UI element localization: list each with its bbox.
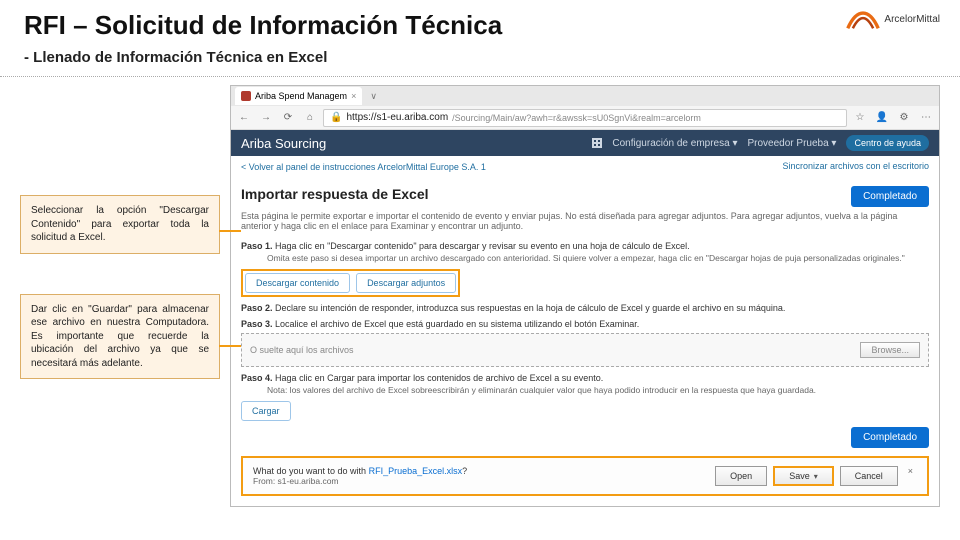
more-menu-icon[interactable]: ⋯ [917,109,935,127]
favorite-star-icon[interactable]: ☆ [851,109,869,127]
step-4-text: Haga clic en Cargar para importar los co… [275,373,603,383]
page-intro-text: Esta página le permite exportar e import… [241,207,929,235]
download-save-button[interactable]: Save ▾ [773,466,834,486]
slide-title: RFI – Solicitud de Información Técnica [0,0,960,45]
new-tab-button[interactable]: ∨ [366,91,381,102]
download-filename: RFI_Prueba_Excel.xlsx [369,466,463,476]
sync-files-link[interactable]: Sincronizar archivos con el escritorio [782,162,929,172]
app-grid-icon[interactable] [592,138,602,148]
page-title: Importar respuesta de Excel [241,186,429,202]
nav-forward-icon[interactable]: → [257,109,275,127]
url-path: /Sourcing/Main/aw?awh=r&awssk=sU0SgnVi&r… [452,113,701,123]
help-center-link[interactable]: Centro de ayuda [846,135,929,151]
step-4-note: Nota: los valores del archivo de Excel s… [241,385,929,395]
download-source: From: s1-eu.ariba.com [253,476,467,486]
tab-title: Ariba Spend Managem [255,91,347,101]
file-dropzone[interactable]: O suelte aquí los archivos Browse... [241,333,929,367]
step-1: Paso 1. Haga clic en "Descargar contenid… [241,241,929,251]
download-question: What do you want to do with [253,466,369,476]
download-attachments-button[interactable]: Descargar adjuntos [356,273,456,293]
ariba-header: Ariba Sourcing Configuración de empresa … [231,130,939,156]
browse-button[interactable]: Browse... [860,342,920,358]
browser-tabbar: Ariba Spend Managem × ∨ [231,86,939,106]
chevron-down-icon: ▾ [814,472,818,481]
nav-home-icon[interactable]: ⌂ [301,109,319,127]
arcelormittal-logo-icon [846,8,880,30]
download-close-icon[interactable]: × [904,466,917,486]
step-3: Paso 3. Localice el archivo de Excel que… [241,319,929,329]
download-save-label: Save [789,471,810,481]
dropzone-text: O suelte aquí los archivos [250,345,354,355]
url-host: https://s1-eu.ariba.com [346,112,448,123]
ariba-brand: Ariba Sourcing [241,136,326,151]
browser-address-bar: ← → ⟳ ⌂ 🔒 https://s1-eu.ariba.com /Sourc… [231,106,939,130]
callout-download-content: Seleccionar la opción "Descargar Conteni… [20,195,220,254]
download-cancel-button[interactable]: Cancel [840,466,898,486]
download-content-button[interactable]: Descargar contenido [245,273,350,293]
slide-subtitle: - Llenado de Información Técnica en Exce… [0,45,960,77]
download-open-button[interactable]: Open [715,466,767,486]
lock-icon: 🔒 [330,112,342,123]
download-notification-bar: What do you want to do with RFI_Prueba_E… [241,456,929,496]
step-4-label: Paso 4. [241,373,273,383]
step-1-label: Paso 1. [241,241,273,251]
url-field[interactable]: 🔒 https://s1-eu.ariba.com /Sourcing/Main… [323,109,847,127]
download-buttons-highlight: Descargar contenido Descargar adjuntos [241,269,460,297]
step-4: Paso 4. Haga clic en Cargar para importa… [241,373,929,383]
nav-reload-icon[interactable]: ⟳ [279,109,297,127]
company-logo: ArcelorMittal [846,8,940,30]
step-2-text: Declare su intención de responder, intro… [275,303,785,313]
browser-window: Ariba Spend Managem × ∨ ← → ⟳ ⌂ 🔒 https:… [230,85,940,507]
step-3-text: Localice el archivo de Excel que está gu… [275,319,639,329]
step-2: Paso 2. Declare su intención de responde… [241,303,929,313]
tab-favicon-icon [241,91,251,101]
callout-save-file: Dar clic en "Guardar" para almacenar ese… [20,294,220,380]
completed-button-top[interactable]: Completado [851,186,929,207]
browser-tab[interactable]: Ariba Spend Managem × [235,87,362,105]
step-2-label: Paso 2. [241,303,273,313]
provider-dropdown[interactable]: Proveedor Prueba ▾ [747,138,836,149]
step-3-label: Paso 3. [241,319,273,329]
tab-close-icon[interactable]: × [351,91,356,101]
completed-button-bottom[interactable]: Completado [851,427,929,448]
nav-back-icon[interactable]: ← [235,109,253,127]
step-1-text: Haga clic en "Descargar contenido" para … [275,241,690,251]
logo-text: ArcelorMittal [884,14,940,25]
company-config-dropdown[interactable]: Configuración de empresa ▾ [612,138,737,149]
settings-gear-icon[interactable]: ⚙ [895,109,913,127]
ariba-page-body: < Volver al panel de instrucciones Arcel… [231,156,939,506]
step-1-note: Omita este paso si desea importar un arc… [241,253,929,263]
user-menu-icon[interactable]: 👤 [873,109,891,127]
upload-button[interactable]: Cargar [241,401,291,421]
